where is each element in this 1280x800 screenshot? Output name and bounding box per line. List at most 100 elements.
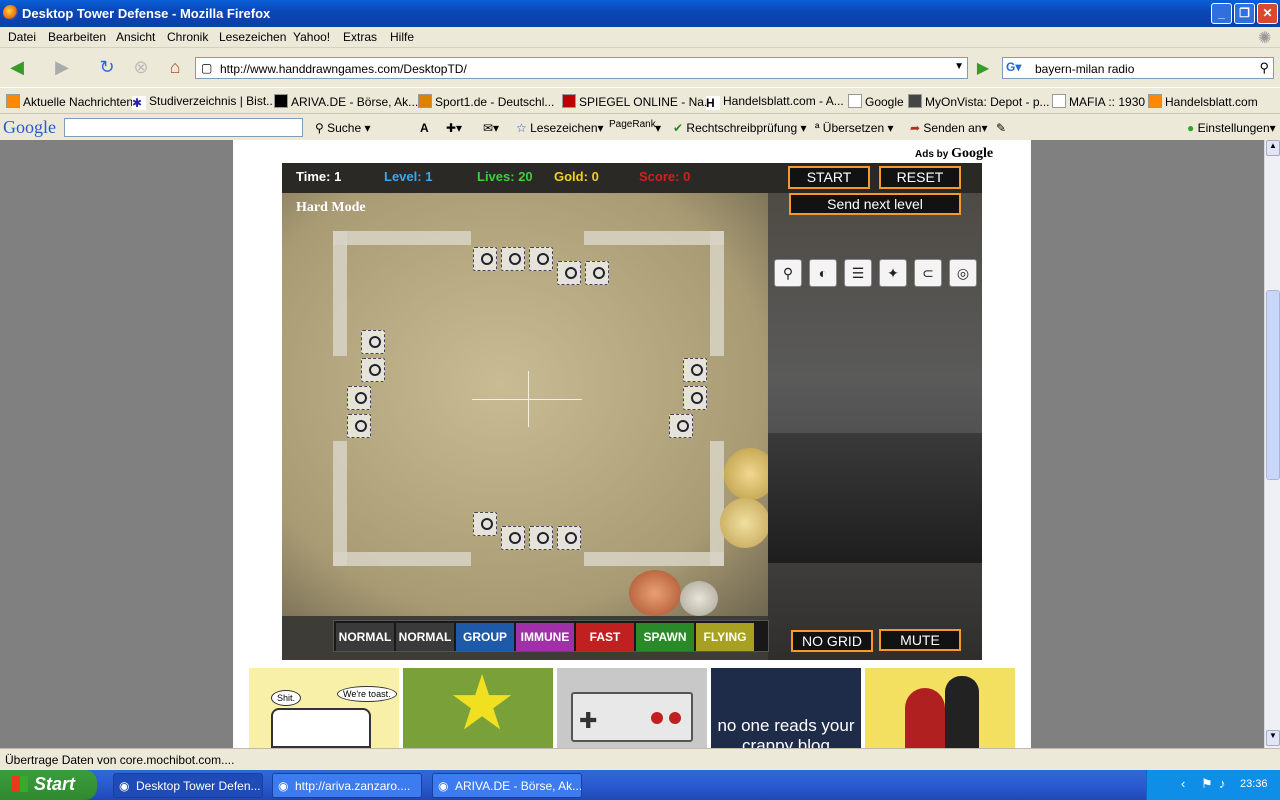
- settings-button[interactable]: ● Einstellungen▾: [1187, 121, 1276, 135]
- close-button[interactable]: ✕: [1257, 3, 1278, 24]
- bookmark-item[interactable]: SPIEGEL ONLINE - Na...: [562, 94, 714, 109]
- pellet-tower[interactable]: [683, 358, 707, 382]
- pellet-tower[interactable]: [501, 526, 525, 550]
- send-next-level-button[interactable]: Send next level: [789, 193, 961, 215]
- pagerank-dropdown[interactable]: ▾: [655, 121, 661, 135]
- bookmark-item[interactable]: H Handelsblatt.com - A...: [706, 94, 844, 110]
- highlighter-icon[interactable]: ✎: [996, 121, 1006, 135]
- menu-hilfe[interactable]: Hilfe: [390, 30, 414, 44]
- google-search-input[interactable]: [64, 118, 303, 137]
- no-grid-button[interactable]: NO GRID: [791, 630, 873, 652]
- bookmark-item[interactable]: ARIVA.DE - Börse, Ak...: [274, 94, 418, 109]
- pellet-tower[interactable]: [473, 512, 497, 536]
- network-icon[interactable]: ⚑: [1201, 776, 1213, 792]
- swarm-tower-select[interactable]: ✦: [879, 259, 907, 287]
- translate-button[interactable]: ª Übersetzen ▾: [815, 121, 894, 135]
- wave-item[interactable]: NORMAL: [336, 623, 394, 651]
- google-search-engine-icon[interactable]: G▾: [1006, 60, 1021, 74]
- wave-item[interactable]: GROUP: [456, 623, 514, 651]
- bookmark-item[interactable]: ✱ Studiverzeichnis | Bist...: [132, 94, 276, 110]
- bookmark-item[interactable]: Aktuelle Nachrichten: [6, 94, 133, 109]
- bookmark-item[interactable]: Google: [848, 94, 904, 109]
- puzzle-icon[interactable]: ✚▾: [446, 121, 462, 135]
- google-search-button[interactable]: ⚲ Suche ▾: [315, 121, 371, 135]
- pellet-tower[interactable]: [529, 247, 553, 271]
- google-logo: Google: [3, 117, 56, 137]
- go-icon[interactable]: ▶: [972, 58, 994, 78]
- bookmark-item[interactable]: Handelsblatt.com: [1148, 94, 1258, 109]
- window-title-bar[interactable]: Desktop Tower Defense - Mozilla Firefox …: [0, 0, 1280, 27]
- home-icon[interactable]: ⌂: [163, 56, 187, 78]
- pellet-tower-select[interactable]: ⚲: [774, 259, 802, 287]
- bookmark-item[interactable]: MAFIA :: 1930: [1052, 94, 1145, 109]
- vertical-scrollbar[interactable]: ▲ ▼: [1264, 140, 1280, 748]
- pellet-tower[interactable]: [557, 261, 581, 285]
- squirt-tower-select[interactable]: ◐: [809, 259, 837, 287]
- scroll-down-button[interactable]: ▼: [1266, 730, 1280, 746]
- wave-item[interactable]: NORMAL: [396, 623, 454, 651]
- spellcheck-button[interactable]: ✔ Rechtschreibprüfung ▾: [673, 121, 807, 135]
- ariva-toolbar-icon[interactable]: A: [420, 121, 429, 135]
- url-input[interactable]: ▢ http://www.handdrawngames.com/DesktopT…: [195, 57, 968, 79]
- menu-lesezeichen[interactable]: Lesezeichen: [219, 30, 286, 44]
- restore-button[interactable]: ❐: [1234, 3, 1255, 24]
- mute-button[interactable]: MUTE: [879, 629, 961, 651]
- forward-icon[interactable]: ▶: [50, 56, 74, 78]
- google-bookmarks-button[interactable]: ☆ Lesezeichen▾: [516, 121, 604, 135]
- wave-item[interactable]: IMMUNE: [516, 623, 574, 651]
- pellet-tower[interactable]: [501, 247, 525, 271]
- scroll-up-button[interactable]: ▲: [1266, 140, 1280, 156]
- wave-item[interactable]: FAST: [576, 623, 634, 651]
- search-input[interactable]: G▾ bayern-milan radio ⚲: [1002, 57, 1274, 79]
- ad-banner-toaster[interactable]: Shit. We're toast.: [249, 668, 399, 748]
- pellet-tower[interactable]: [361, 330, 385, 354]
- minimize-button[interactable]: _: [1211, 3, 1232, 24]
- game-frame[interactable]: Time: 1 Level: 1 Lives: 20 Gold: 0 Score…: [282, 163, 982, 660]
- pellet-tower[interactable]: [683, 386, 707, 410]
- ad-banner-silhouette[interactable]: [865, 668, 1015, 748]
- reload-icon[interactable]: ↻: [95, 56, 119, 78]
- menu-datei[interactable]: Datei: [8, 30, 36, 44]
- send-to-button[interactable]: ➦ Senden an▾: [910, 121, 988, 135]
- scroll-thumb[interactable]: [1266, 290, 1280, 480]
- taskbar-item[interactable]: ◉ ARIVA.DE - Börse, Ak...: [432, 773, 582, 798]
- menu-ansicht[interactable]: Ansicht: [116, 30, 155, 44]
- ad-banner-nes[interactable]: ✚: [557, 668, 707, 748]
- menu-chronik[interactable]: Chronik: [167, 30, 208, 44]
- pellet-tower[interactable]: [529, 526, 553, 550]
- pellet-tower[interactable]: [473, 247, 497, 271]
- pellet-tower[interactable]: [557, 526, 581, 550]
- pellet-tower[interactable]: [585, 261, 609, 285]
- menu-yahoo[interactable]: Yahoo!: [293, 30, 330, 44]
- menu-extras[interactable]: Extras: [343, 30, 377, 44]
- pellet-tower[interactable]: [669, 414, 693, 438]
- bash-tower-select[interactable]: ◎: [949, 259, 977, 287]
- chevron-down-icon[interactable]: ▼: [954, 61, 964, 72]
- mail-icon[interactable]: ✉▾: [483, 121, 499, 135]
- search-icon[interactable]: ⚲: [1259, 60, 1269, 76]
- back-icon[interactable]: ◀: [5, 56, 29, 78]
- bookmark-item[interactable]: MyOnVista: Depot - p...: [908, 94, 1050, 109]
- pellet-tower[interactable]: [347, 386, 371, 410]
- stop-icon[interactable]: ⊗: [129, 56, 153, 78]
- pellet-tower[interactable]: [361, 358, 385, 382]
- ads-by-google-link[interactable]: Ads by Google: [915, 146, 993, 162]
- toaster-illustration: [271, 708, 371, 748]
- taskbar-item[interactable]: ◉ Desktop Tower Defen...: [113, 773, 263, 798]
- wave-item[interactable]: FLYING: [696, 623, 754, 651]
- ad-banner-blog[interactable]: no one reads your crappy blog: [711, 668, 861, 748]
- reset-button[interactable]: RESET: [879, 166, 961, 189]
- wave-item[interactable]: SPAWN: [636, 623, 694, 651]
- bookmark-item[interactable]: Sport1.de - Deutschl...: [418, 94, 554, 109]
- start-button[interactable]: Start: [0, 770, 97, 800]
- game-board[interactable]: Hard Mode: [282, 193, 776, 616]
- dart-tower-select[interactable]: ☰: [844, 259, 872, 287]
- taskbar-item[interactable]: ◉ http://ariva.zanzaro....: [272, 773, 422, 798]
- start-button[interactable]: START: [788, 166, 870, 189]
- pellet-tower[interactable]: [347, 414, 371, 438]
- frost-tower-select[interactable]: ⊂: [914, 259, 942, 287]
- menu-bearbeiten[interactable]: Bearbeiten: [48, 30, 106, 44]
- volume-icon[interactable]: ♪: [1219, 776, 1226, 791]
- tray-expand-icon[interactable]: ‹: [1181, 776, 1185, 791]
- ad-banner-star[interactable]: ★: [403, 666, 553, 748]
